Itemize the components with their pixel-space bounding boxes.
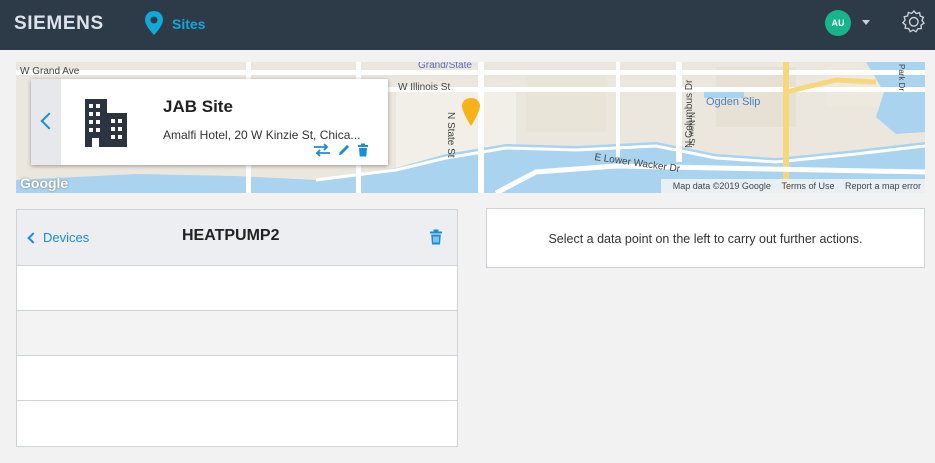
map-label-state-st: N State St bbox=[445, 112, 456, 158]
device-title: HEATPUMP2 bbox=[182, 227, 280, 244]
device-panel-header: Devices HEATPUMP2 bbox=[17, 210, 457, 266]
chevron-down-icon[interactable] bbox=[862, 20, 870, 25]
top-bar: SIEMENS Sites AU bbox=[0, 0, 935, 50]
edit-icon[interactable] bbox=[337, 143, 351, 157]
data-point-row[interactable] bbox=[17, 266, 457, 311]
data-point-row[interactable] bbox=[17, 311, 457, 356]
device-panel: Devices HEATPUMP2 bbox=[16, 209, 458, 447]
chevron-left-icon bbox=[27, 232, 39, 244]
map-label-new-st: N New St bbox=[687, 112, 696, 146]
back-to-devices-label: Devices bbox=[43, 230, 90, 245]
data-point-row[interactable] bbox=[17, 356, 457, 401]
map-attribution: Map data ©2019 Google Terms of Use Repor… bbox=[660, 179, 925, 193]
back-to-devices-button[interactable]: Devices bbox=[27, 230, 90, 245]
gear-icon[interactable] bbox=[901, 9, 927, 35]
delete-device-button[interactable] bbox=[429, 229, 443, 245]
report-map-error-link[interactable]: Report a map error bbox=[845, 181, 921, 191]
map-label-grand-ave: W Grand Ave bbox=[20, 66, 80, 77]
map-label-park: Park Dr bbox=[897, 64, 906, 92]
info-panel: Select a data point on the left to carry… bbox=[486, 208, 925, 268]
sites-nav-link[interactable]: Sites bbox=[172, 16, 205, 32]
map-pin-icon[interactable] bbox=[143, 10, 165, 36]
site-name: JAB Site bbox=[163, 97, 233, 116]
terms-of-use-link[interactable]: Terms of Use bbox=[781, 181, 834, 191]
swap-icon[interactable] bbox=[313, 143, 331, 157]
data-point-row[interactable] bbox=[17, 401, 457, 446]
map-label-grand-state: Grand/State bbox=[418, 62, 472, 71]
site-card: JAB Site Amalfi Hotel, 20 W Kinzie St, C… bbox=[31, 79, 388, 165]
map-label-ogden: Ogden Slip bbox=[706, 96, 761, 108]
data-point-list bbox=[17, 266, 457, 446]
site-address: Amalfi Hotel, 20 W Kinzie St, Chica... bbox=[163, 128, 361, 142]
site-card-actions bbox=[313, 143, 369, 157]
trash-icon[interactable] bbox=[357, 143, 369, 157]
google-logo[interactable]: Google bbox=[20, 175, 68, 191]
site-card-collapse-button[interactable] bbox=[31, 79, 61, 165]
building-icon bbox=[85, 99, 127, 147]
info-message: Select a data point on the left to carry… bbox=[548, 232, 863, 246]
map-data-text: Map data ©2019 Google bbox=[672, 181, 771, 191]
map-label-illinois: W Illinois St bbox=[398, 82, 451, 93]
user-avatar[interactable]: AU bbox=[825, 10, 851, 36]
brand-logo[interactable]: SIEMENS bbox=[14, 13, 104, 35]
